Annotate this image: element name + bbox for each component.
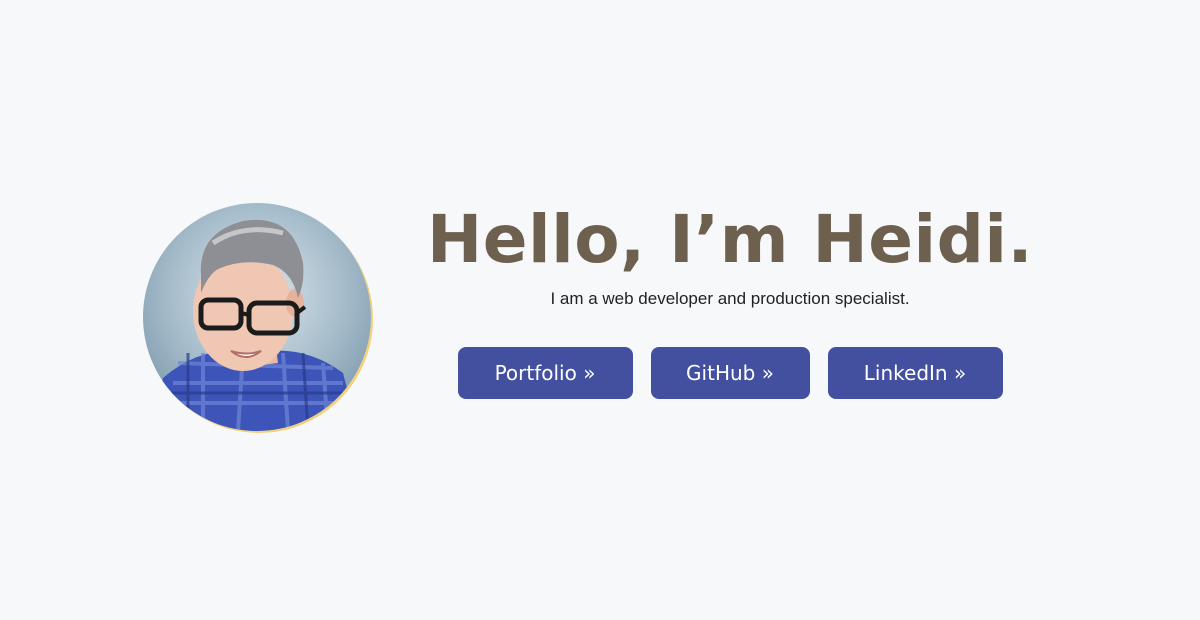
github-button[interactable]: GitHub » [650, 347, 810, 399]
hero-section: Hello, I’m Heidi. I am a web developer a… [420, 195, 1040, 399]
button-group: Portfolio » GitHub » LinkedIn » [420, 347, 1040, 399]
linkedin-button[interactable]: LinkedIn » [827, 347, 1003, 399]
page-subtitle: I am a web developer and production spec… [550, 289, 910, 308]
portfolio-button[interactable]: Portfolio » [457, 347, 633, 399]
profile-avatar [143, 203, 371, 431]
page-title: Hello, I’m Heidi. [426, 201, 1034, 278]
profile-photo-icon [143, 203, 371, 431]
